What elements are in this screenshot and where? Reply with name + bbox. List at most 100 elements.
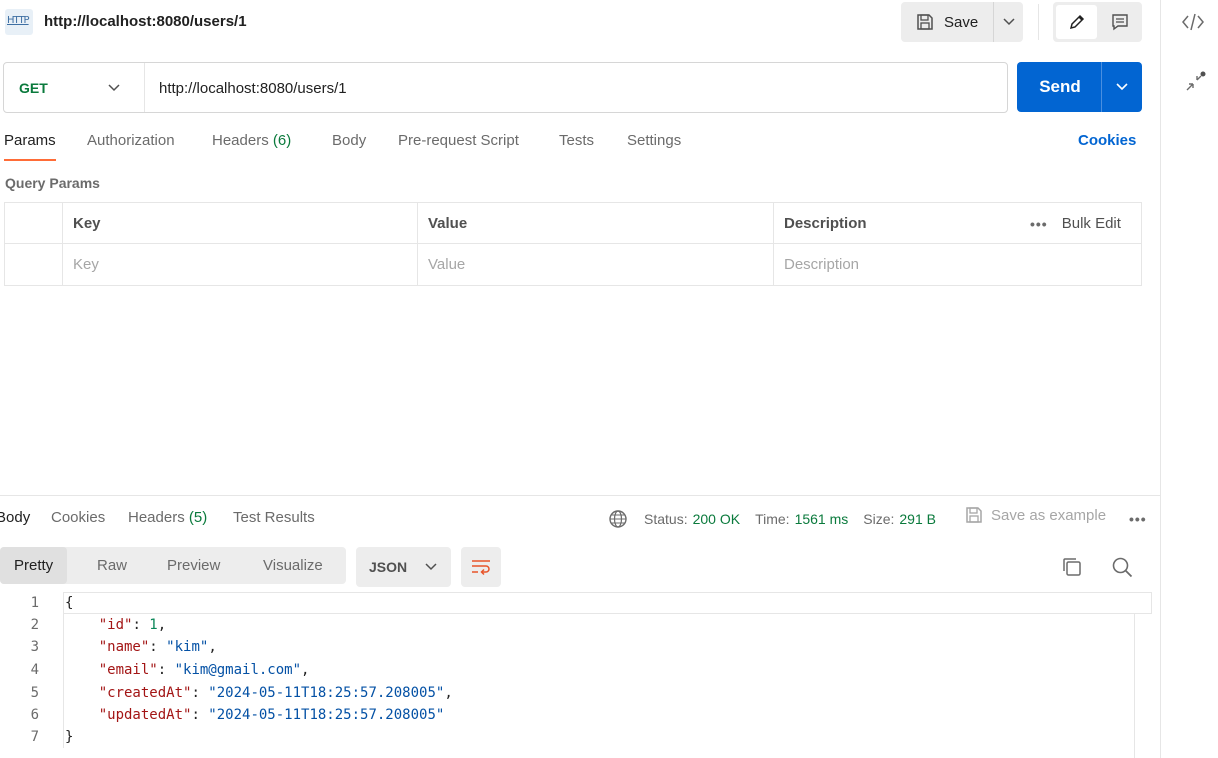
format-label: JSON — [369, 559, 408, 575]
save-label: Save — [944, 13, 979, 31]
view-pretty[interactable]: Pretty — [0, 547, 68, 584]
tab-settings[interactable]: Settings — [627, 132, 681, 149]
http-badge-label: HTTP — [7, 15, 30, 26]
wrap-lines-button[interactable] — [461, 547, 501, 587]
json-value: 1 — [149, 617, 158, 633]
code-text: "createdAt": "2024-05-11T18:25:57.208005… — [98, 685, 453, 701]
status-label: Status: — [644, 511, 688, 527]
key-input[interactable]: Key — [62, 244, 417, 285]
more-icon: ••• — [1030, 215, 1048, 232]
save-button-group: Save — [901, 2, 1023, 42]
json-value: "2024-05-11T18:25:57.208005" — [208, 707, 445, 723]
line-number: 1 — [30, 595, 39, 611]
json-value: "2024-05-11T18:25:57.208005" — [208, 685, 445, 701]
query-params-title: Query Params — [5, 175, 100, 191]
column-header-value: Value — [417, 203, 773, 244]
send-options-button[interactable] — [1102, 62, 1142, 112]
response-tab-cookies[interactable]: Cookies — [51, 509, 105, 526]
format-select[interactable]: JSON — [356, 547, 451, 587]
http-icon: HTTP — [5, 9, 33, 35]
code-line: 6 "updatedAt": "2024-05-11T18:25:57.2080… — [0, 704, 1130, 726]
code-line: 3 "name": "kim", — [0, 636, 1130, 658]
search-button[interactable] — [1110, 555, 1134, 579]
code-text: "email": "kim@gmail.com", — [98, 662, 310, 678]
tab-label: Headers — [128, 509, 185, 526]
cookies-link[interactable]: Cookies — [1078, 132, 1136, 149]
code-line: 2 "id": 1, — [0, 614, 1130, 636]
edit-mode-button[interactable] — [1056, 5, 1097, 39]
tab-pre-request-script[interactable]: Pre-request Script — [398, 132, 519, 149]
json-comma: , — [444, 685, 453, 701]
tab-tests[interactable]: Tests — [559, 132, 594, 149]
save-icon — [917, 14, 933, 30]
line-number: 5 — [30, 685, 39, 701]
bulk-edit-button[interactable]: ••• Bulk Edit — [1018, 203, 1141, 244]
json-key: "createdAt" — [98, 685, 192, 701]
code-text: } — [65, 729, 74, 745]
response-tab-headers[interactable]: Headers (5) — [128, 509, 207, 526]
tab-body[interactable]: Body — [332, 132, 366, 149]
save-button[interactable]: Save — [901, 2, 993, 42]
line-number: 6 — [30, 707, 39, 723]
json-key: "name" — [98, 639, 150, 655]
view-visualize[interactable]: Visualize — [263, 547, 323, 584]
comments-button[interactable] — [1100, 5, 1140, 39]
view-mode-tabs: Pretty Raw Preview Visualize — [0, 547, 346, 584]
response-body-code[interactable]: 1 { 2 "id": 1, 3 "name": "kim", 4 "email… — [0, 592, 1152, 758]
column-header-description: Description — [773, 203, 1018, 244]
time-value[interactable]: 1561 ms — [795, 511, 849, 527]
copy-button[interactable] — [1060, 555, 1084, 579]
code-scrollbar-track[interactable] — [1134, 614, 1135, 758]
save-as-example-button[interactable]: Save as example — [965, 506, 1106, 524]
view-preview[interactable]: Preview — [167, 547, 220, 584]
line-number: 7 — [30, 729, 39, 745]
value-input[interactable]: Value — [417, 244, 773, 285]
tab-label: Body — [332, 132, 367, 149]
method-divider — [144, 63, 145, 112]
toolbar-divider — [1038, 4, 1039, 40]
chevron-down-icon — [1002, 18, 1015, 26]
copy-icon — [1063, 558, 1081, 576]
response-tab-body[interactable]: Body — [0, 509, 30, 526]
globe-icon[interactable] — [608, 509, 628, 529]
status-value[interactable]: 200 OK — [693, 511, 740, 527]
tab-params[interactable]: Params — [4, 132, 56, 149]
tab-headers[interactable]: Headers (6) — [212, 132, 291, 149]
collapse-button[interactable] — [1183, 70, 1207, 94]
view-raw[interactable]: Raw — [97, 547, 127, 584]
response-status-bar: Status: 200 OK Time: 1561 ms Size: 291 B — [608, 507, 936, 531]
time-label: Time: — [755, 511, 790, 527]
send-button[interactable]: Send — [1017, 62, 1101, 112]
code-line: 7 } — [0, 726, 1130, 748]
url-input[interactable] — [159, 77, 989, 99]
bulk-edit-label: Bulk Edit — [1061, 215, 1121, 232]
response-divider[interactable] — [0, 495, 1160, 496]
tab-label: Tests — [559, 132, 595, 149]
json-comma: , — [157, 617, 167, 633]
size-value[interactable]: 291 B — [899, 511, 936, 527]
method-select[interactable]: GET — [4, 63, 144, 112]
request-title[interactable]: http://localhost:8080/users/1 — [44, 13, 247, 30]
response-tab-test-results[interactable]: Test Results — [233, 509, 315, 526]
chevron-down-icon — [425, 563, 437, 571]
save-options-button[interactable] — [994, 2, 1023, 42]
line-number: 2 — [30, 617, 39, 633]
mode-toggle — [1053, 2, 1142, 42]
search-icon — [1112, 557, 1133, 578]
tab-label: Settings — [627, 132, 682, 149]
method-label: GET — [19, 79, 48, 96]
more-icon[interactable]: ••• — [1129, 511, 1147, 527]
tab-label: Test Results — [233, 509, 315, 526]
pencil-icon — [1069, 14, 1084, 30]
collapse-icon — [1186, 71, 1206, 91]
json-value: "kim@gmail.com" — [174, 662, 302, 678]
right-sidebar — [1160, 0, 1218, 758]
tab-label: Headers — [212, 132, 269, 149]
tab-label: Pre-request Script — [398, 132, 519, 149]
tab-authorization[interactable]: Authorization — [87, 132, 175, 149]
description-input[interactable]: Description — [773, 244, 1141, 285]
code-snippet-button[interactable] — [1181, 12, 1205, 32]
code-line: 4 "email": "kim@gmail.com", — [0, 659, 1130, 681]
save-icon — [966, 507, 982, 523]
column-header-key: Key — [62, 203, 417, 244]
